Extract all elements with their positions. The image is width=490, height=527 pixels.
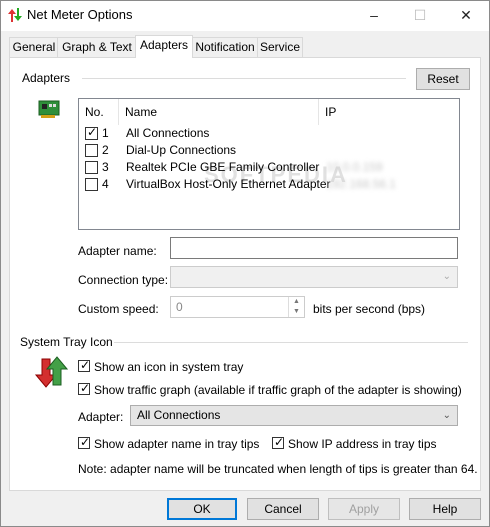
adapter-checkbox[interactable] xyxy=(85,161,98,174)
spinner-arrows[interactable]: ▲ ▼ xyxy=(288,297,304,317)
spin-up-icon[interactable]: ▲ xyxy=(289,297,304,307)
check-icon: ✓ xyxy=(80,358,91,372)
custom-speed-value: 0 xyxy=(176,300,183,314)
adapter-ip: 10.0.0.159 xyxy=(326,160,383,174)
adapter-list[interactable]: No. Name IP SOFTPEDIA ✓ 1 All Connection… xyxy=(78,98,460,230)
options-window: Net Meter Options – ☐ ✕ General Graph & … xyxy=(0,0,490,527)
reset-button[interactable]: Reset xyxy=(416,68,470,90)
adapter-name: Realtek PCIe GBE Family Controller xyxy=(126,160,320,174)
tab-general[interactable]: General xyxy=(9,37,59,57)
adapter-row[interactable]: ✓ 1 All Connections xyxy=(79,125,459,142)
minimize-button[interactable]: – xyxy=(351,1,397,31)
tab-graph-text[interactable]: Graph & Text xyxy=(57,37,137,57)
show-ip-label: Show IP address in tray tips xyxy=(288,437,437,451)
tray-adapter-label: Adapter: xyxy=(78,410,124,424)
adapter-row[interactable]: 2 Dial-Up Connections xyxy=(79,142,459,159)
column-name[interactable]: Name xyxy=(119,99,319,125)
adapter-number: 1 xyxy=(102,126,109,140)
adapter-name: Dial-Up Connections xyxy=(126,143,237,157)
column-ip[interactable]: IP xyxy=(319,99,459,125)
show-graph-label: Show traffic graph (available if traffic… xyxy=(94,383,462,397)
cancel-button[interactable]: Cancel xyxy=(247,498,319,520)
tray-group-label: System Tray Icon xyxy=(20,335,113,349)
network-card-icon xyxy=(38,100,60,118)
custom-speed-label: Custom speed: xyxy=(78,302,159,316)
tab-notification[interactable]: Notification xyxy=(191,37,259,57)
tray-group-divider xyxy=(114,342,468,343)
window-title: Net Meter Options xyxy=(27,7,133,22)
tray-adapter-value: All Connections xyxy=(137,408,221,422)
truncation-note: Note: adapter name will be truncated whe… xyxy=(78,462,478,476)
check-icon: ✓ xyxy=(80,381,91,395)
help-button[interactable]: Help xyxy=(409,498,481,520)
connection-type-select[interactable]: ⌄ xyxy=(170,266,458,288)
spin-down-icon[interactable]: ▼ xyxy=(289,307,304,317)
adapter-row[interactable]: 4 VirtualBox Host-Only Ethernet Adapter … xyxy=(79,176,459,193)
title-bar: Net Meter Options – ☐ ✕ xyxy=(1,1,489,31)
chevron-down-icon: ⌄ xyxy=(442,271,451,282)
chevron-down-icon: ⌄ xyxy=(442,410,451,421)
maximize-button[interactable]: ☐ xyxy=(397,1,443,31)
app-arrows-icon xyxy=(8,8,22,22)
adapter-number: 4 xyxy=(102,177,109,191)
adapter-list-header: No. Name IP xyxy=(79,99,459,125)
show-adapter-name-checkbox[interactable]: ✓ xyxy=(78,435,91,449)
speed-unit-label: bits per second (bps) xyxy=(313,302,426,316)
adapters-panel: Adapters Reset No. Name IP SOFTPEDIA ✓ 1… xyxy=(9,57,481,491)
apply-button[interactable]: Apply xyxy=(328,498,400,520)
show-icon-checkbox[interactable]: ✓ xyxy=(78,358,91,372)
adapter-name: VirtualBox Host-Only Ethernet Adapter xyxy=(126,177,331,191)
show-ip-checkbox[interactable]: ✓ xyxy=(272,435,285,449)
tray-arrows-icon xyxy=(34,356,68,388)
tab-adapters[interactable]: Adapters xyxy=(135,35,193,58)
adapter-checkbox[interactable]: ✓ xyxy=(85,125,98,140)
adapter-checkbox[interactable] xyxy=(85,178,98,191)
adapter-ip: 192.168.56.1 xyxy=(326,177,397,191)
check-icon: ✓ xyxy=(87,125,98,139)
adapter-row[interactable]: 3 Realtek PCIe GBE Family Controller 10.… xyxy=(79,159,459,176)
adapter-number: 2 xyxy=(102,143,109,157)
ok-button[interactable]: OK xyxy=(167,498,237,520)
check-icon: ✓ xyxy=(80,435,91,449)
check-icon: ✓ xyxy=(274,435,285,449)
column-no[interactable]: No. xyxy=(79,99,119,125)
tray-adapter-select[interactable]: All Connections ⌄ xyxy=(130,405,458,426)
show-icon-label: Show an icon in system tray xyxy=(94,360,244,374)
adapter-number: 3 xyxy=(102,160,109,174)
show-graph-checkbox[interactable]: ✓ xyxy=(78,381,91,395)
adapters-group-divider xyxy=(82,78,406,79)
adapter-name-label: Adapter name: xyxy=(78,244,157,258)
show-adapter-name-label: Show adapter name in tray tips xyxy=(94,437,260,451)
adapters-group-label: Adapters xyxy=(22,71,71,85)
tab-service[interactable]: Service xyxy=(257,37,303,57)
adapter-checkbox[interactable] xyxy=(85,144,98,157)
connection-type-label: Connection type: xyxy=(78,273,169,287)
adapter-name-field[interactable] xyxy=(170,237,458,259)
adapter-name: All Connections xyxy=(126,126,210,140)
custom-speed-spinner[interactable]: 0 ▲ ▼ xyxy=(170,296,305,318)
close-button[interactable]: ✕ xyxy=(443,1,489,31)
